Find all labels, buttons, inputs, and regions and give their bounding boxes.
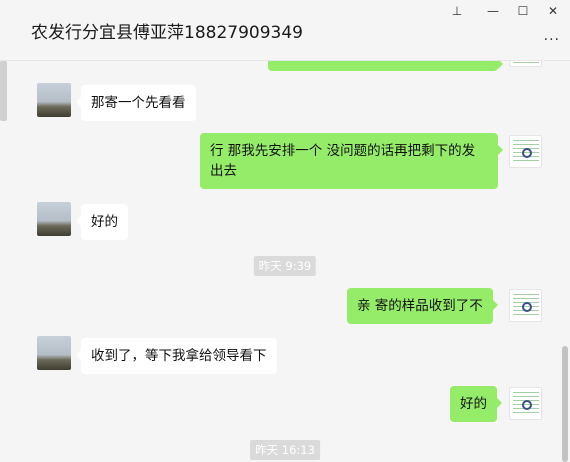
timestamp: 昨天 9:39 (253, 256, 317, 276)
contact-avatar[interactable] (37, 336, 71, 370)
minimize-button[interactable]: — (483, 2, 503, 20)
self-avatar[interactable] (509, 289, 542, 322)
avatar-logo-icon (522, 302, 532, 312)
avatar-pattern (513, 62, 539, 66)
chat-messages-area: 那寄一个先看看 行 那我先安排一个 没问题的话再把剩下的发出去 好的 昨天 9:… (0, 61, 570, 462)
more-options-button[interactable]: ··· (544, 32, 560, 48)
right-scrollbar[interactable] (562, 346, 568, 462)
contact-avatar[interactable] (37, 202, 71, 236)
message-bubble: 行 那我先安排一个 没问题的话再把剩下的发出去 (200, 133, 503, 189)
message-bubble: 收到了，等下我拿给领导看下 (76, 338, 277, 374)
chat-header: 农发行分宜县傅亚萍18827909349 ⊥ — ☐ ✕ ··· (0, 0, 570, 61)
timestamp: 昨天 16:13 (250, 440, 320, 460)
avatar-logo-icon (522, 400, 532, 410)
contact-avatar[interactable] (37, 83, 71, 117)
message-bubble: 好的 (450, 386, 502, 422)
chat-title: 农发行分宜县傅亚萍18827909349 (31, 23, 303, 43)
self-avatar[interactable] (509, 387, 542, 420)
message-bubble: 亲 寄的样品收到了不 (347, 288, 498, 324)
avatar-logo-icon (522, 148, 532, 158)
close-button[interactable]: ✕ (543, 2, 563, 20)
message-bubble: 那寄一个先看看 (76, 85, 196, 121)
message-bubble: 好的 (76, 204, 128, 240)
maximize-button[interactable]: ☐ (513, 2, 533, 20)
message-bubble-partial (268, 61, 503, 71)
self-avatar[interactable] (509, 61, 542, 67)
self-avatar[interactable] (509, 135, 542, 168)
pin-icon[interactable]: ⊥ (447, 2, 467, 20)
